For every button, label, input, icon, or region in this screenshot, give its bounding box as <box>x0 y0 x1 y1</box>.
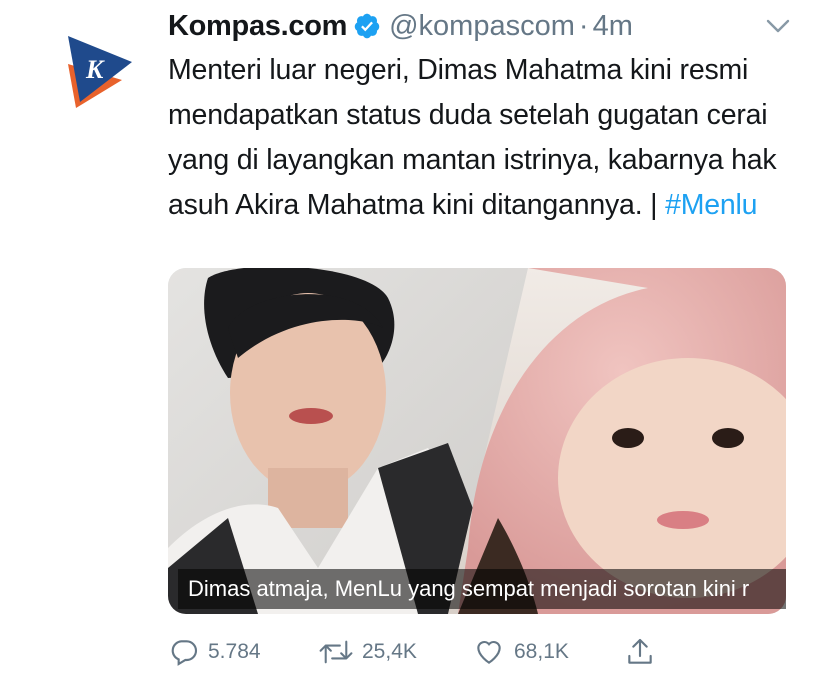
like-count: 68,1K <box>514 640 569 663</box>
separator-dot: · <box>578 9 589 42</box>
retweet-button[interactable]: 25,4K <box>318 634 417 670</box>
share-button[interactable] <box>624 634 664 670</box>
chevron-down-icon[interactable] <box>764 16 792 36</box>
like-icon <box>477 640 501 664</box>
tweet-timestamp[interactable]: 4m <box>593 10 633 43</box>
tweet-header: Kompas.com @kompascom · 4m <box>168 6 633 46</box>
verified-icon <box>354 13 380 39</box>
like-button[interactable]: 68,1K <box>472 634 569 670</box>
retweet-icon <box>319 640 353 664</box>
hashtag-link[interactable]: #Menlu <box>665 189 757 221</box>
retweet-count: 25,4K <box>362 640 417 663</box>
kompas-logo-avatar[interactable]: K <box>62 28 134 108</box>
share-icon <box>628 638 652 664</box>
media-photos <box>168 268 786 614</box>
author-handle[interactable]: @kompascom <box>389 10 575 43</box>
reply-icon <box>171 640 198 666</box>
tweet-text: Menteri luar negeri, Dimas Mahatma kini … <box>168 48 798 228</box>
author-name[interactable]: Kompas.com <box>168 10 347 43</box>
reply-count: 5.784 <box>208 640 261 663</box>
tweet-media[interactable] <box>168 268 786 614</box>
media-caption: Dimas atmaja, MenLu yang sempat menjadi … <box>178 569 786 609</box>
avatar-letter: K <box>85 55 105 84</box>
reply-button[interactable]: 5.784 <box>168 634 261 670</box>
tweet-actions: 5.784 25,4K 68,1K <box>168 634 808 670</box>
